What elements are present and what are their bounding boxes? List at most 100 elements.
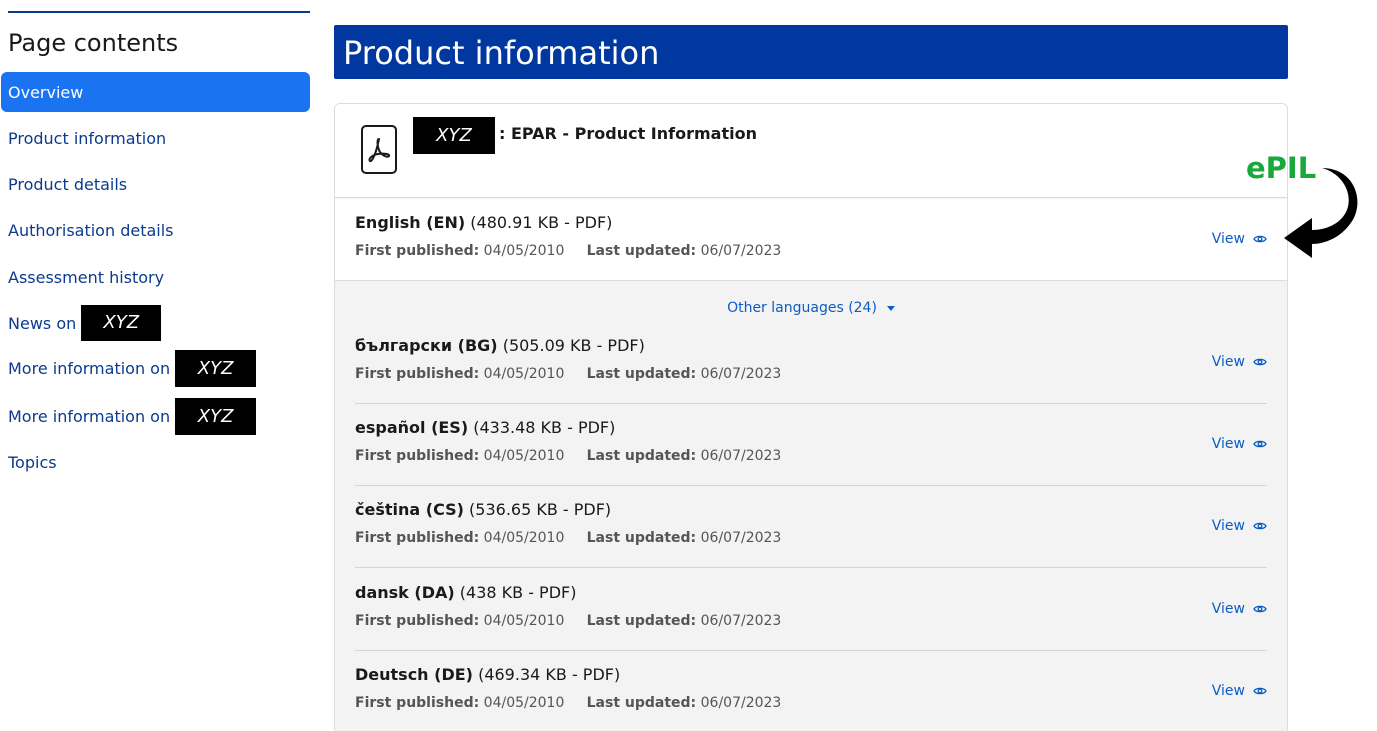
- first-published-date: 04/05/2010: [483, 448, 565, 464]
- last-updated-date: 06/07/2023: [700, 243, 782, 259]
- last-updated-label: Last updated:: [586, 243, 697, 259]
- view-button[interactable]: View: [1212, 683, 1267, 699]
- nav-item-product-details[interactable]: Product details: [1, 164, 310, 204]
- row-language: Deutsch (DE) (469.34 KB - PDF): [355, 665, 620, 684]
- first-published-label: First published:: [355, 448, 480, 464]
- nav-item-label: Topics: [8, 452, 57, 472]
- first-published-date: 04/05/2010: [483, 243, 565, 259]
- nav-item-label: Product information: [8, 128, 167, 148]
- view-label: View: [1211, 683, 1245, 699]
- file-size: (505.09 KB - PDF): [502, 336, 645, 355]
- row-language: čeština (CS) (536.65 KB - PDF): [355, 500, 611, 519]
- nav-item-authorisation-details[interactable]: Authorisation details: [1, 210, 310, 250]
- table-row: English (EN) (480.91 KB - PDF) First pub…: [355, 199, 1267, 281]
- primary-document-row: English (EN) (480.91 KB - PDF) First pub…: [335, 199, 1287, 281]
- row-dates: First published: 04/05/2010 Last updated…: [355, 613, 781, 629]
- last-updated-date: 06/07/2023: [700, 366, 782, 382]
- redaction-box: XYZ: [413, 117, 495, 154]
- curved-arrow-icon: [1284, 168, 1358, 258]
- document-title: : EPAR - Product Information: [499, 124, 757, 143]
- document-card: XYZ : EPAR - Product Information English…: [334, 103, 1288, 731]
- eye-icon: [1253, 440, 1267, 448]
- row-dates: First published: 04/05/2010 Last updated…: [355, 448, 781, 464]
- view-button[interactable]: View: [1212, 231, 1267, 247]
- eye-icon: [1253, 605, 1267, 613]
- document-header: XYZ : EPAR - Product Information: [335, 104, 1287, 198]
- other-languages-label: Other languages (24): [727, 300, 877, 316]
- row-language: български (BG) (505.09 KB - PDF): [355, 336, 645, 355]
- view-button[interactable]: View: [1212, 601, 1267, 617]
- language-name: Deutsch (DE): [355, 665, 473, 684]
- language-name: čeština (CS): [355, 500, 464, 519]
- row-language: English (EN) (480.91 KB - PDF): [355, 213, 612, 232]
- nav-item-label: More information on: [8, 358, 171, 378]
- eye-icon: [1253, 522, 1267, 530]
- last-updated-label: Last updated:: [586, 448, 697, 464]
- table-row: čeština (CS) (536.65 KB - PDF) First pub…: [355, 486, 1267, 568]
- nav-item-label: Product details: [8, 174, 128, 194]
- nav-item-news[interactable]: News on XYZ: [1, 303, 310, 343]
- row-language: dansk (DA) (438 KB - PDF): [355, 583, 576, 602]
- first-published-date: 04/05/2010: [483, 695, 565, 711]
- view-label: View: [1211, 231, 1245, 247]
- nav-item-label: More information on: [8, 406, 171, 426]
- eye-icon: [1253, 358, 1267, 366]
- view-button[interactable]: View: [1212, 354, 1267, 370]
- view-button[interactable]: View: [1212, 518, 1267, 534]
- file-size: (469.34 KB - PDF): [478, 665, 621, 684]
- view-label: View: [1211, 354, 1245, 370]
- eye-icon: [1253, 687, 1267, 695]
- nav-item-label: Overview: [8, 82, 84, 102]
- view-label: View: [1211, 518, 1245, 534]
- acrobat-glyph-icon: [368, 137, 391, 162]
- section-title: Product information: [343, 34, 660, 72]
- first-published-label: First published:: [355, 243, 480, 259]
- nav-item-label: Authorisation details: [8, 220, 174, 240]
- language-name: български (BG): [355, 336, 498, 355]
- table-row: dansk (DA) (438 KB - PDF) First publishe…: [355, 569, 1267, 651]
- nav-item-more-information-2[interactable]: More information on XYZ: [1, 396, 310, 436]
- view-label: View: [1211, 436, 1245, 452]
- nav-item-label: Assessment history: [8, 267, 165, 287]
- view-button[interactable]: View: [1212, 436, 1267, 452]
- sidebar-divider: [8, 11, 310, 13]
- redaction-box: XYZ: [175, 349, 257, 387]
- first-published-label: First published:: [355, 695, 480, 711]
- chevron-down-icon: [886, 305, 895, 311]
- first-published-label: First published:: [355, 613, 480, 629]
- redaction-box: XYZ: [81, 305, 162, 341]
- nav-item-product-information[interactable]: Product information: [1, 118, 310, 158]
- first-published-date: 04/05/2010: [483, 530, 565, 546]
- first-published-date: 04/05/2010: [483, 366, 565, 382]
- row-dates: First published: 04/05/2010 Last updated…: [355, 243, 781, 259]
- row-language: español (ES) (433.48 KB - PDF): [355, 418, 615, 437]
- row-dates: First published: 04/05/2010 Last updated…: [355, 530, 781, 546]
- language-name: español (ES): [355, 418, 469, 437]
- nav-item-overview[interactable]: Overview: [1, 72, 310, 112]
- table-row: Deutsch (DE) (469.34 KB - PDF) First pub…: [355, 651, 1267, 731]
- sidebar-title: Page contents: [8, 29, 179, 57]
- pdf-icon: [361, 125, 397, 174]
- eye-icon: [1253, 235, 1267, 243]
- nav-item-more-information-1[interactable]: More information on XYZ: [1, 348, 310, 388]
- nav-item-topics[interactable]: Topics: [1, 442, 310, 482]
- nav-item-assessment-history[interactable]: Assessment history: [1, 257, 310, 297]
- language-name: English (EN): [355, 213, 466, 232]
- file-size: (438 KB - PDF): [459, 583, 577, 602]
- table-row: български (BG) (505.09 KB - PDF) First p…: [355, 322, 1267, 404]
- first-published-date: 04/05/2010: [483, 613, 565, 629]
- last-updated-label: Last updated:: [586, 530, 697, 546]
- table-row: español (ES) (433.48 KB - PDF) First pub…: [355, 404, 1267, 486]
- view-label: View: [1211, 601, 1245, 617]
- other-languages-toggle[interactable]: Other languages (24): [335, 300, 1287, 316]
- redaction-box: XYZ: [175, 397, 257, 435]
- row-dates: First published: 04/05/2010 Last updated…: [355, 695, 781, 711]
- last-updated-label: Last updated:: [586, 366, 697, 382]
- last-updated-date: 06/07/2023: [700, 613, 782, 629]
- last-updated-date: 06/07/2023: [700, 695, 782, 711]
- file-size: (536.65 KB - PDF): [469, 500, 612, 519]
- last-updated-date: 06/07/2023: [700, 448, 782, 464]
- last-updated-date: 06/07/2023: [700, 530, 782, 546]
- first-published-label: First published:: [355, 530, 480, 546]
- nav-item-label: News on: [8, 313, 77, 333]
